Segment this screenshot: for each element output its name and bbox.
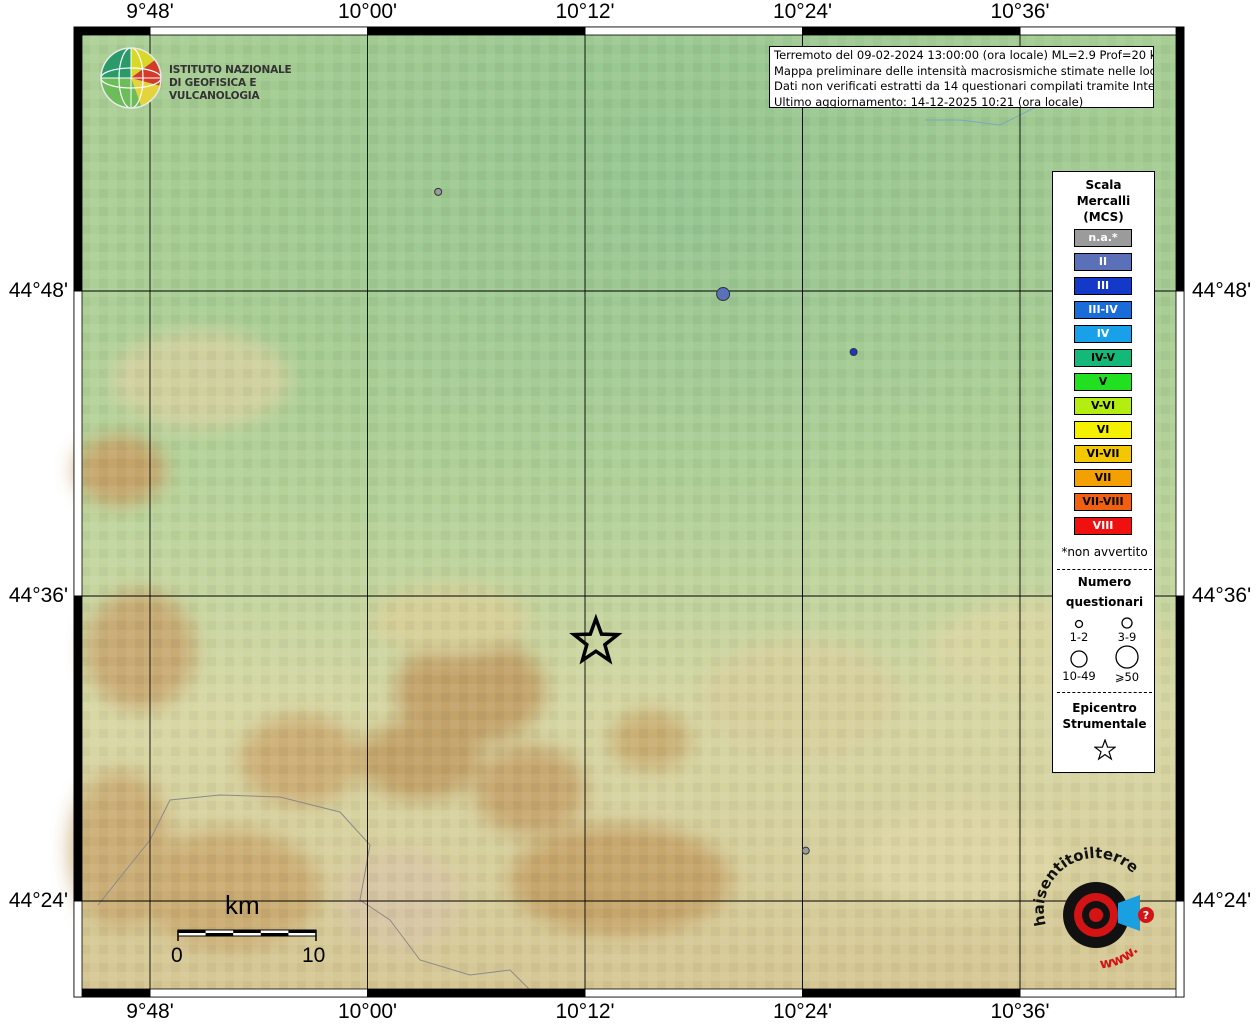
count-label-1: 1-2 <box>1069 630 1089 644</box>
count-title2: questionari <box>1065 595 1144 609</box>
logo-line2: DI GEOFISICA E VULCANOLOGIA <box>169 77 260 102</box>
frame-left-segment <box>73 595 83 902</box>
epicenter-title1: Epicentro <box>1072 701 1137 715</box>
frame-left-segment <box>73 290 83 597</box>
legend-swatch-v: V <box>1074 373 1132 391</box>
observation-point[interactable] <box>716 287 731 302</box>
frame-top-segment <box>367 26 586 36</box>
observation-point[interactable] <box>849 348 858 356</box>
bottom-coord-label: 10°00' <box>337 1000 398 1023</box>
not-felt-note: *non avvertito <box>1061 545 1148 559</box>
legend-swatch-ii: II <box>1074 253 1132 271</box>
frame-bottom-segment <box>584 988 803 998</box>
count-title1: Numero <box>1077 575 1132 589</box>
legend-swatch-vii: VII <box>1074 469 1132 487</box>
top-coord-label: 10°00' <box>337 0 398 23</box>
frame-top-segment <box>73 26 151 36</box>
legend-swatch-n-a-: n.a.* <box>1074 229 1132 247</box>
frame-bottom-segment <box>73 988 151 998</box>
observation-point[interactable] <box>434 187 443 196</box>
legend-title-line2: Mercalli <box>1076 194 1131 208</box>
observation-point[interactable] <box>801 846 810 855</box>
legend-separator <box>1057 569 1152 570</box>
intensity-legend: Scala Mercalli (MCS) n.a.* II III III-IV IV I… <box>1052 171 1155 773</box>
legend-title-line3: (MCS) <box>1083 210 1124 224</box>
info-line3: Dati non verificati estratti da 14 quest… <box>774 79 1154 93</box>
epicenter-title2: Strumentale <box>1062 717 1147 731</box>
frame-right-segment <box>1175 900 1185 998</box>
right-coord-label: 44°24' <box>1192 889 1252 912</box>
left-coord-label: 44°36' <box>8 584 68 607</box>
count-label-2: 3-9 <box>1117 630 1137 644</box>
right-coord-label: 44°36' <box>1192 584 1252 607</box>
legend-swatch-v-vi: V-VI <box>1074 397 1132 415</box>
legend-swatch-vi: VI <box>1074 421 1132 439</box>
info-line1: Terremoto del 09-02-2024 13:00:00 (ora l… <box>774 48 1154 62</box>
frame-right-segment <box>1175 595 1185 902</box>
bottom-coord-label: 10°12' <box>555 1000 615 1023</box>
event-info-box: Terremoto del 09-02-2024 13:00:00 (ora l… <box>769 46 1154 108</box>
frame-left-segment <box>73 26 83 292</box>
left-coord-label: 44°48' <box>8 279 68 302</box>
bottom-coord-label: 10°24' <box>772 1000 833 1023</box>
info-line4: Ultimo aggiornamento: 14-12-2025 10:21 (… <box>774 94 1084 108</box>
logo-line1: ISTITUTO NAZIONALE <box>169 64 292 76</box>
frame-bottom-segment <box>367 988 586 998</box>
top-coord-label: 10°24' <box>772 0 833 23</box>
legend-swatch-iii-iv: III-IV <box>1074 301 1132 319</box>
legend-swatch-iv-v: IV-V <box>1074 349 1132 367</box>
right-coord-label: 44°48' <box>1192 279 1252 302</box>
frame-bottom-segment <box>1019 988 1185 998</box>
legend-swatch-viii: VIII <box>1074 517 1132 535</box>
frame-top-segment <box>584 26 803 36</box>
bottom-coord-label: 10°36' <box>990 1000 1050 1023</box>
frame-top-segment <box>802 26 1021 36</box>
frame-left-segment <box>73 900 83 998</box>
left-coord-label: 44°24' <box>8 889 68 912</box>
top-coord-label: 9°48' <box>126 0 174 23</box>
top-coord-label: 10°12' <box>555 0 615 23</box>
scale-start: 0 <box>171 944 183 967</box>
epicenter-star-icon <box>1094 739 1116 761</box>
frame-right-segment <box>1175 26 1185 292</box>
frame-top-segment <box>1019 26 1185 36</box>
bottom-coord-label: 9°48' <box>126 1000 174 1023</box>
legend-swatch-vii-viii: VII-VIII <box>1074 493 1132 511</box>
legend-title-line1: Scala <box>1085 178 1122 192</box>
frame-bottom-segment <box>149 988 368 998</box>
frame-bottom-segment <box>802 988 1021 998</box>
ingv-logo: ISTITUTO NAZIONALE DI GEOFISICA E VULCAN… <box>100 47 320 111</box>
svg-text:?: ? <box>1143 909 1149 922</box>
scale-end: 10 <box>302 944 326 967</box>
top-coord-label: 10°36' <box>990 0 1050 23</box>
terrain-layer <box>70 27 1184 997</box>
legend-swatch-iv: IV <box>1074 325 1132 343</box>
legend-swatch-iii: III <box>1074 277 1132 295</box>
scale-unit: km <box>225 890 260 920</box>
count-label-4: ⩾50 <box>1114 670 1140 684</box>
legend-separator-2 <box>1057 692 1152 693</box>
legend-swatch-vi-vii: VI-VII <box>1074 445 1132 463</box>
info-line2: Mappa preliminare delle intensità macros… <box>774 63 1154 78</box>
frame-top-segment <box>149 26 368 36</box>
frame-right-segment <box>1175 290 1185 597</box>
count-label-3: 10-49 <box>1062 669 1096 683</box>
